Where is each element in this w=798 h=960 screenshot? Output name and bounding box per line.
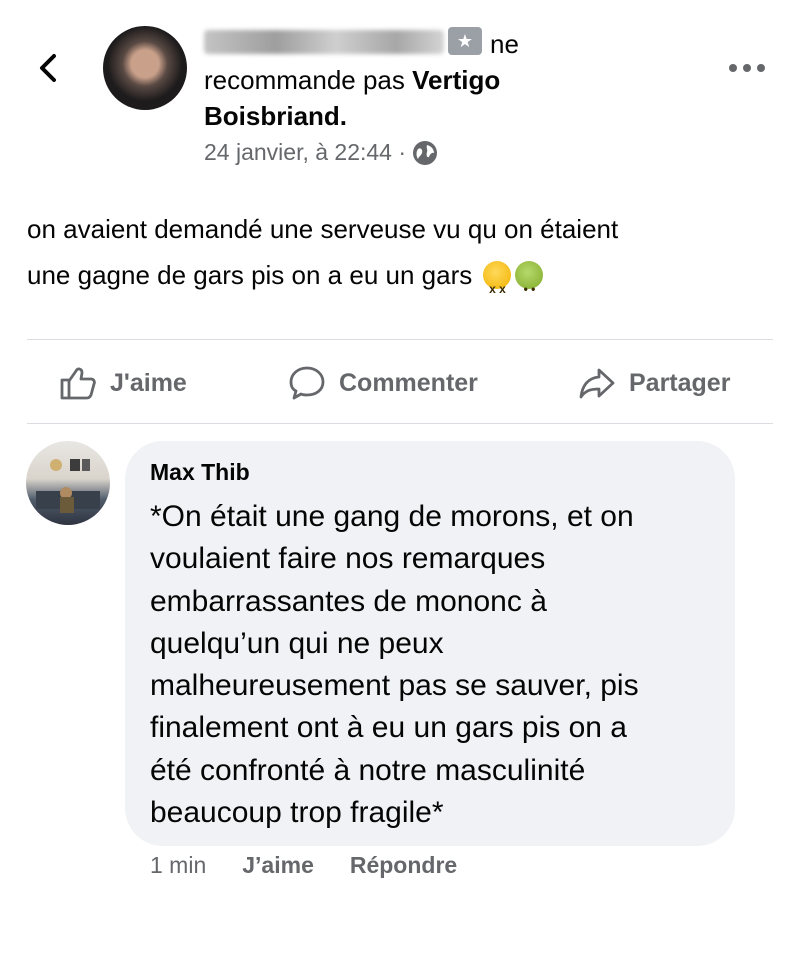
comment-line: embarrassantes de mononc à (150, 584, 547, 618)
back-button[interactable] (30, 48, 66, 88)
comment-meta: 1 min J’aime Répondre (150, 852, 457, 879)
action-text: recommande pas (204, 65, 405, 95)
nauseated-face-icon: • • (515, 261, 544, 296)
commenter-photo (36, 459, 100, 513)
header-suffix: ne (490, 29, 519, 59)
comment-line: quelqu’un qui ne peux (150, 626, 444, 660)
comment-button[interactable]: Commenter (287, 361, 478, 405)
post-body-line: on avaient demandé une serveuse vu qu on… (27, 214, 619, 244)
comment-line: été confronté à notre masculinité (150, 753, 586, 787)
divider-top (27, 339, 773, 340)
ellipsis-icon (729, 64, 765, 72)
comment-line: voulaient faire nos remarques (150, 542, 546, 576)
comment-label: Commenter (339, 368, 478, 397)
commenter-name[interactable]: Max Thib (150, 459, 250, 486)
comment-line: malheureusement pas se sauver, pis (150, 669, 639, 703)
page-name-link-cont[interactable]: Boisbriand. (204, 99, 347, 134)
page-name-link[interactable]: Vertigo (412, 65, 500, 95)
post-timestamp[interactable]: 24 janvier, à 22:44 · (204, 139, 406, 166)
chevron-left-icon (40, 54, 56, 82)
comment-line: *On était une gang de morons, et on (150, 500, 634, 533)
thumbs-up-icon (60, 367, 96, 400)
comment-line: beaucoup trop fragile* (150, 796, 444, 830)
post-body: on avaient demandé une serveuse vu qu on… (27, 206, 767, 298)
header-action-line: recommande pas Vertigo (204, 63, 500, 98)
post-body-line-2: une gagne de gars pis on a eu un gars x … (27, 252, 767, 298)
share-arrow-icon (579, 368, 615, 399)
like-button[interactable]: J'aime (58, 361, 187, 405)
commenter-avatar[interactable] (26, 441, 110, 525)
comment-text: *On était une gang de morons, et on voul… (150, 496, 720, 834)
comment-time[interactable]: 1 min (150, 852, 206, 879)
comment-like-button[interactable]: J’aime (242, 852, 314, 879)
face-vomiting-icon: x x (483, 261, 512, 296)
comment-line: finalement ont à eu un gars pis on a (150, 711, 627, 745)
recommendation-star-icon: ★ (448, 27, 482, 55)
speech-bubble-icon (289, 366, 325, 400)
like-label: J'aime (110, 368, 187, 397)
share-button[interactable]: Partager (577, 361, 730, 405)
post-body-text: une gagne de gars pis on a eu un gars (27, 260, 473, 290)
comment-reply-button[interactable]: Répondre (350, 852, 457, 879)
author-avatar[interactable] (103, 26, 187, 110)
more-options-button[interactable] (726, 58, 768, 78)
post-meta: 24 janvier, à 22:44 · (204, 139, 438, 166)
globe-icon (413, 140, 438, 165)
divider-bottom (27, 423, 773, 424)
share-label: Partager (629, 368, 731, 397)
author-name-redacted[interactable] (204, 30, 444, 54)
